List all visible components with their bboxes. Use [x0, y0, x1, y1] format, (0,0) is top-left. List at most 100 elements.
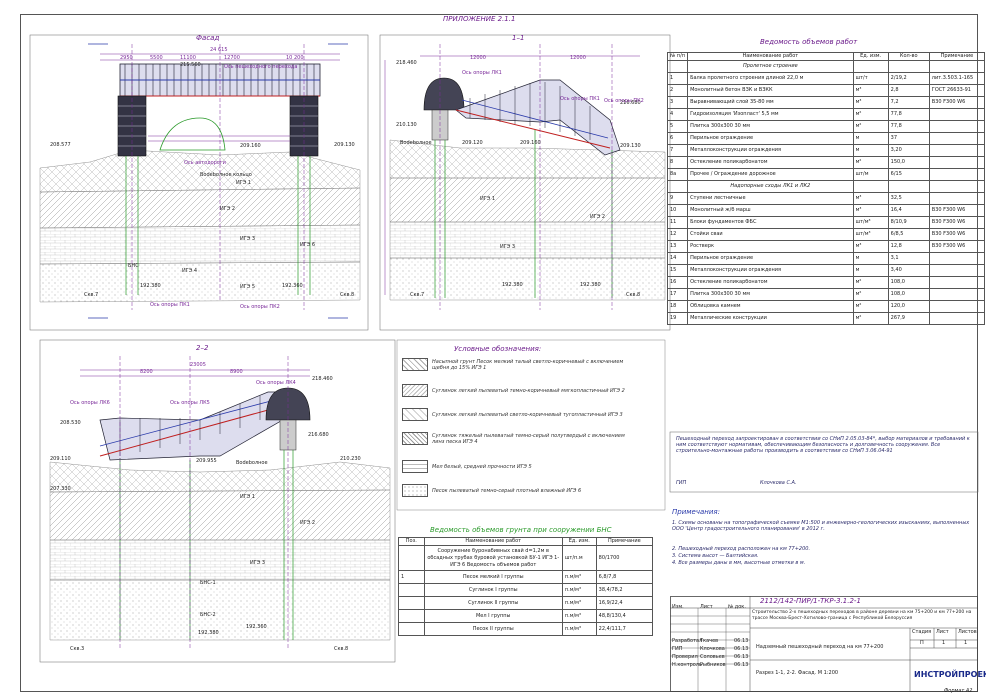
col-name: Наименование работ — [687, 52, 854, 61]
facade-view — [29, 34, 369, 331]
legend-swatch — [402, 460, 428, 473]
table-cell — [398, 583, 425, 597]
s22-axis: Ось опоры ЛК4 — [256, 380, 296, 386]
table-cell: 1 — [666, 72, 689, 85]
facade-label: Ось опоры ПК2 — [240, 304, 280, 310]
table-cell: 11 — [666, 216, 689, 229]
table-cell: 17 — [666, 288, 689, 301]
stamp-drawing: Разрез 1-1, 2-2. Фасад. М 1:200 — [756, 670, 839, 676]
table-cell: 1 — [398, 570, 425, 584]
legend-item: Мел белый, средней прочности ИГЭ 5 — [402, 460, 632, 473]
table-cell: Балка пролетного строения длиной 22,0 м — [687, 72, 854, 85]
table-cell: м³ — [852, 84, 889, 97]
facade-dim: 2950 — [120, 55, 133, 61]
table-cell — [928, 120, 986, 133]
note-item: 2. Пешеходный переход расположен на км 7… — [672, 546, 811, 552]
facade-soil: ИГЭ 4 — [182, 268, 198, 274]
s22-elev: 209.955 — [196, 458, 217, 464]
table-cell — [398, 609, 425, 623]
s11-soil: ИГЭ 2 — [590, 214, 606, 220]
s22-soil: ИГЭ 2 — [300, 520, 316, 526]
table-cell: Стойки сваи — [687, 228, 854, 241]
table-row: 7 Металлоконструкции ограждения м 3,20 — [666, 144, 986, 157]
table-cell: 3,1 — [887, 252, 930, 265]
table-row: 17 Плитка 300х300 30 мм м² 108,0 — [666, 288, 986, 301]
table-cell: В30 F300 W6 — [928, 228, 986, 241]
table-cell: шт/м³ — [852, 216, 889, 229]
facade-elev: 208.577 — [50, 142, 71, 148]
table-cell: 108,0 — [887, 276, 930, 289]
table-cell: 18 — [666, 300, 689, 313]
works-table-title: Ведомость объемов работ — [760, 38, 858, 46]
table-cell: лит.3.503.1-165 — [928, 72, 986, 85]
table-cell: 77,8 — [887, 108, 930, 121]
col-unit: Ед. изм. — [561, 537, 597, 546]
table-row: 18 Облицовка камнем м² 120,0 — [666, 300, 986, 313]
table-cell: Выравнивающий слой 35-80 мм — [687, 96, 854, 109]
legend-item: Суглинок тяжелый пылеватый темно-серый п… — [402, 432, 632, 445]
table-cell: м³ — [852, 204, 889, 217]
s22-elev: 209.110 — [50, 456, 71, 462]
stage-label: Стадия — [912, 629, 932, 635]
legend-title: Условные обозначения: — [454, 345, 542, 353]
facade-title: Фасад — [196, 34, 220, 42]
table-cell: 6/15 — [887, 168, 930, 181]
table-cell: п.м/м³ — [561, 583, 597, 597]
table-cell: 16,9/22,4 — [595, 596, 654, 610]
s22-elev: 216.680 — [308, 432, 329, 438]
facade-elev: 192.380 — [140, 283, 161, 289]
stamp-name: Ткачев — [700, 638, 719, 644]
section-1-1-title: 1–1 — [512, 34, 525, 42]
legend-text: Суглинок тяжелый пылеватый темно-серый п… — [432, 432, 625, 445]
s22-label: БНС-1 — [200, 580, 216, 586]
table-cell: м² — [852, 108, 889, 121]
s22-elev: 208.530 — [60, 420, 81, 426]
table-row: 10 Монолитный ж/б марш м³ 16,4 В30 F300 W6 — [666, 204, 986, 217]
s22-elev: 192.360 — [246, 624, 267, 630]
works-table-body: Пролетное строение 1 Балка пролетного стро… — [666, 60, 986, 325]
table-cell — [398, 622, 425, 636]
table-row: 16 Остекление поликарбонатом м² 108,0 — [666, 276, 986, 289]
table-cell: 120,0 — [887, 300, 930, 313]
facade-elev: 192.360 — [282, 283, 303, 289]
soil-table-header: Поз. Наименование работ Ед. изм. Примеча… — [398, 537, 654, 546]
table-cell: Пролетное строение — [687, 60, 854, 73]
table-cell: Ступени лестничные — [687, 192, 854, 205]
s22-label: БНС-2 — [200, 612, 216, 618]
table-cell: 22,4/111,7 — [595, 622, 654, 636]
table-cell: 38,4/78,2 — [595, 583, 654, 597]
legend-item: Суглинок легкий пылеватый светло-коричне… — [402, 408, 632, 421]
table-cell: Гидроизоляция 'Изопласт' 5,5 мм — [687, 108, 854, 121]
table-row: Сооружение буронабивных свай d=1,2м в об… — [398, 545, 654, 571]
col-qty: Кол-во — [887, 52, 930, 61]
table-cell: Песок II группы — [423, 622, 563, 636]
legend-swatch — [402, 384, 428, 397]
table-row: 9 Ступени лестничные м³ 32,5 — [666, 192, 986, 205]
s11-soil: ИГЭ 1 — [480, 196, 496, 202]
table-cell: Монолитный бетон ВЗК и ВЗКК — [687, 84, 854, 97]
facade-label: Ось опоры ПК1 — [150, 302, 190, 308]
note-item: 3. Система высот — Балтийская. — [672, 553, 759, 559]
table-row: 12 Стойки сваи шт/м³ 6/8,5 В30 F300 W6 — [666, 228, 986, 241]
table-cell: 8/10,9 — [887, 216, 930, 229]
table-cell: м² — [852, 156, 889, 169]
table-cell: Надопорные сходы ЛК1 и ЛК2 — [687, 180, 854, 193]
table-cell: м — [852, 264, 889, 277]
table-cell — [398, 596, 425, 610]
s11-label: Скв.7 — [410, 292, 425, 298]
s22-label: Bodeboлное — [236, 460, 268, 466]
table-cell: 48,8/130,4 — [595, 609, 654, 623]
table-cell: 16 — [666, 276, 689, 289]
s22-soil: ИГЭ 1 — [240, 494, 256, 500]
gip-name: Клочкова С.А. — [760, 480, 797, 486]
table-row: 15 Металлоконструкции ограждения м 3,40 — [666, 264, 986, 277]
s22-elev: 218.460 — [312, 376, 333, 382]
legend-text: Суглинок легкий пылеватый светло-коричне… — [432, 411, 623, 418]
sheets-label: Листов — [958, 629, 977, 635]
company-logo: ИНСТРОЙПРОЕКТ — [914, 670, 986, 679]
col-pos: Поз. — [398, 537, 425, 546]
table-cell — [928, 192, 986, 205]
col-unit: Ед. изм. — [852, 52, 889, 61]
facade-label: БНС — [128, 263, 139, 269]
table-cell: 16,4 — [887, 204, 930, 217]
